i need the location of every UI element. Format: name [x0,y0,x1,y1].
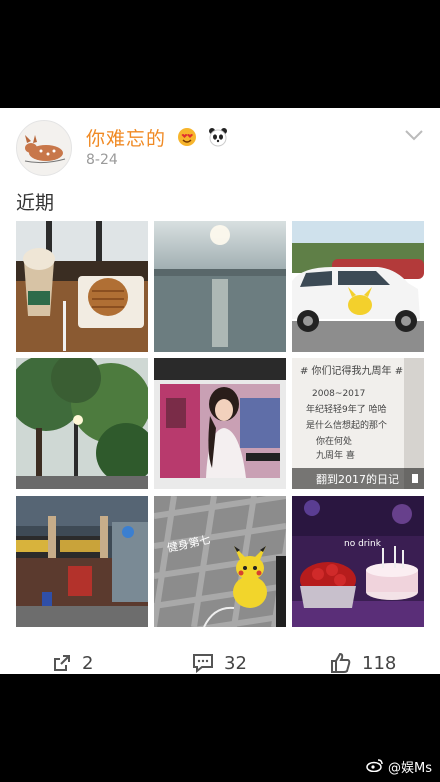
photo-caption: no drink [344,539,382,549]
post-text: 近期 [16,192,55,214]
photo-birthday-cake[interactable]: no drink [292,496,424,627]
username-row[interactable]: 你难忘的 [86,124,228,152]
weibo-post-card: 你难忘的 8-24 近期 # 你们记得我九周年 # 2008~2017 年纪轻轻… [0,108,440,674]
share-count: 2 [82,652,94,674]
photo-trees-streetlight[interactable] [16,358,148,489]
comment-icon [193,654,213,673]
like-count: 118 [362,652,397,674]
diary-line: 年纪轻轻9年了 哈哈 [306,403,387,415]
photo-car-pikachu[interactable] [292,221,424,352]
username[interactable]: 你难忘的 [86,128,166,150]
comment-count: 32 [224,652,247,674]
chevron-down-icon[interactable] [404,126,424,145]
photo-diary-page[interactable]: # 你们记得我九周年 # 2008~2017 年纪轻轻9年了 哈哈 是什么信想起… [292,358,424,489]
avatar[interactable] [16,120,72,176]
photo-grid: # 你们记得我九周年 # 2008~2017 年纪轻轻9年了 哈哈 是什么信想起… [16,221,424,627]
photo-starbucks-cafe[interactable] [16,221,148,352]
weibo-watermark: @娱Ms [366,757,432,776]
diary-line: 是什么信想起的那个 [306,419,387,431]
heart-eyes-emoji-icon [177,127,197,152]
post-date: 8-24 [86,152,118,168]
diary-line: # 你们记得我九周年 # [300,364,403,377]
like-button[interactable]: 118 [330,648,396,674]
photo-shopping-street[interactable] [16,496,148,627]
action-bar: 2 32 118 [0,648,440,674]
photo-pikachu-toy[interactable]: 健身第七 [154,496,286,627]
comment-button[interactable]: 32 [192,648,247,674]
photo-girl-piano[interactable] [154,358,286,489]
share-icon [54,655,70,671]
photo-caption: 翻到2017的日记 [316,472,399,486]
watermark-text: @娱Ms [388,761,432,776]
panda-icon [208,127,228,152]
thumbs-up-icon [331,652,351,673]
diary-line: 九周年 喜 [316,449,355,461]
weibo-logo-icon [366,758,384,776]
diary-line: 你在何处 [316,435,352,447]
share-button[interactable]: 2 [52,648,93,674]
photo-lake-sunset[interactable] [154,221,286,352]
diary-line: 2008~2017 [312,389,365,399]
